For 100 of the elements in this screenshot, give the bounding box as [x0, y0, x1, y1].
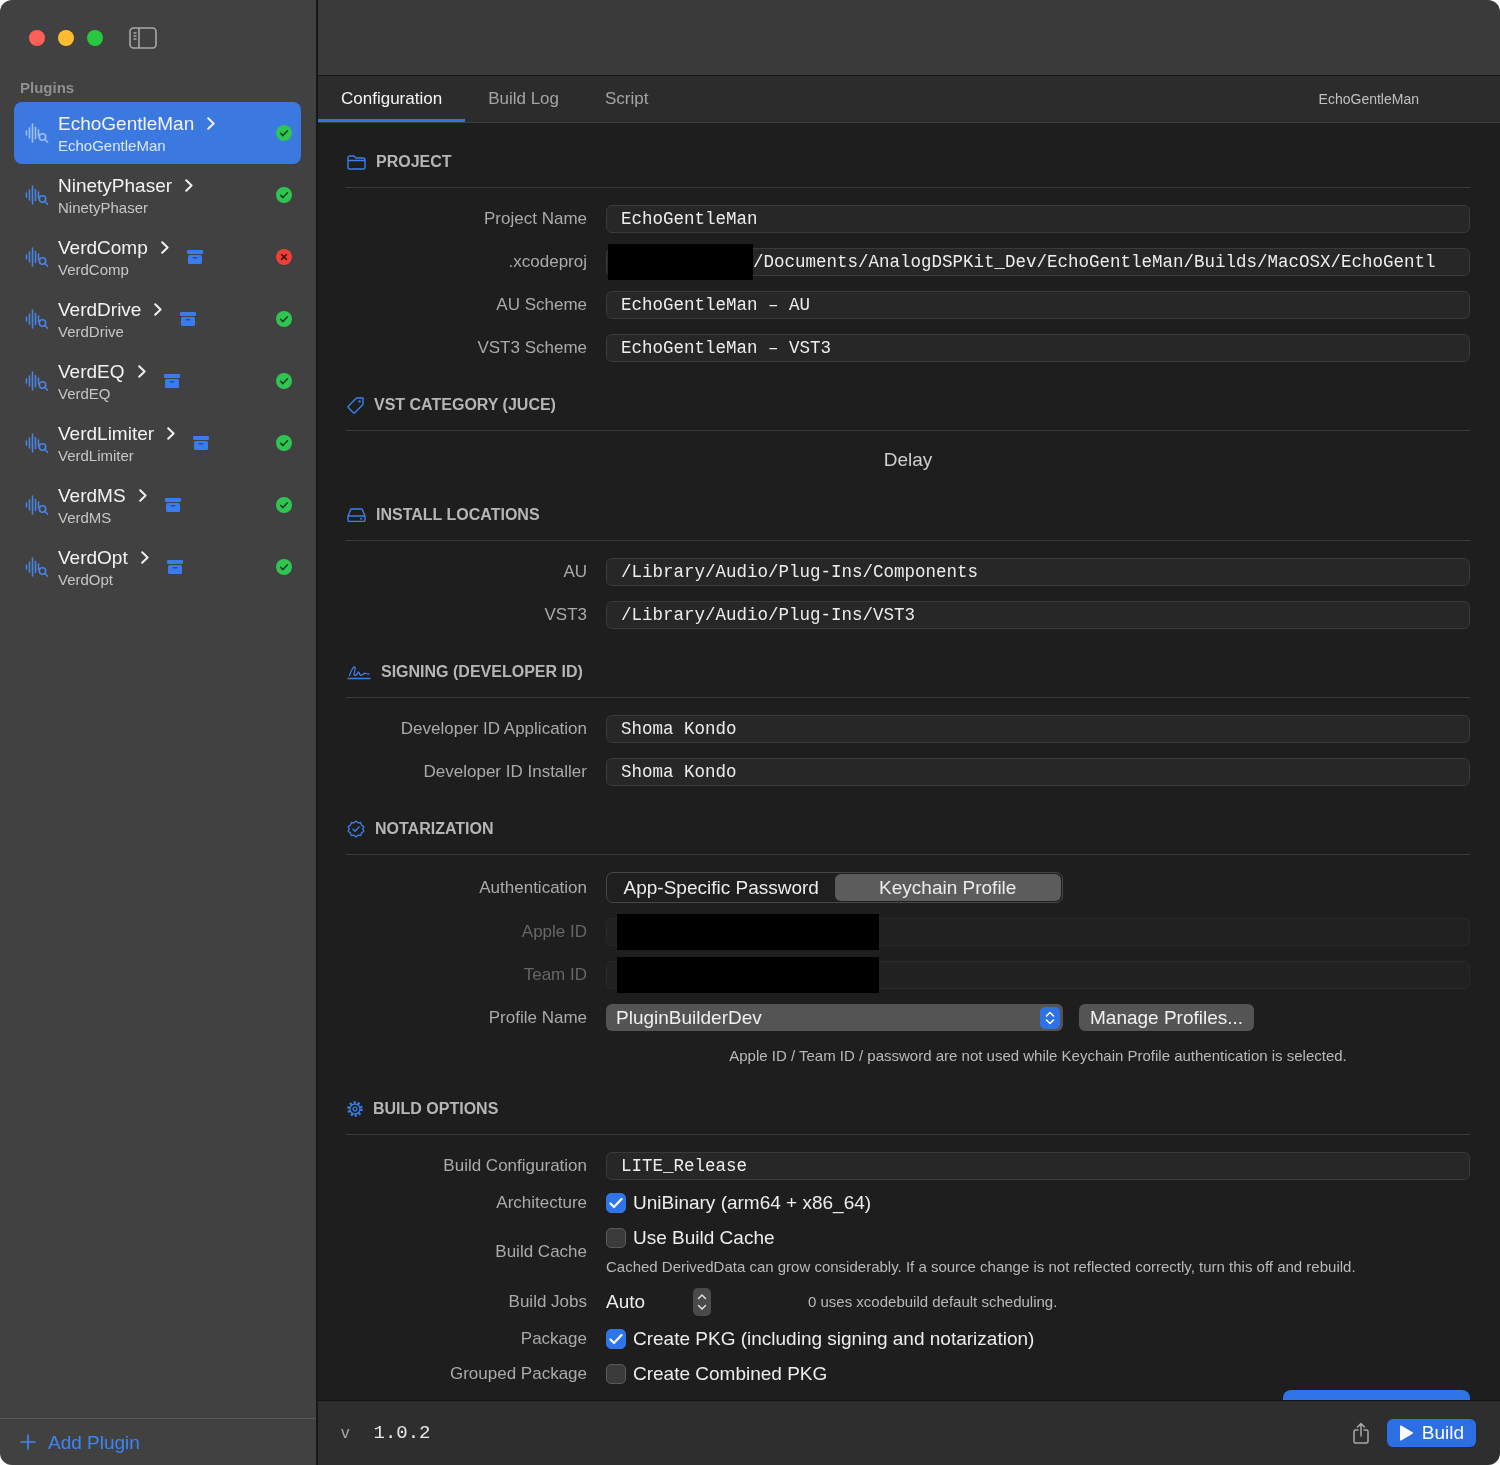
checkbox-label[interactable]: UniBinary (arm64 + x86_64) — [633, 1191, 872, 1215]
field-label: Authentication — [478, 876, 587, 899]
text-field[interactable]: EchoGentleMan – AU — [606, 291, 1470, 319]
play-icon — [1398, 1425, 1413, 1441]
waveform-icon — [25, 494, 49, 516]
field-label: VST3 Scheme — [476, 337, 587, 359]
plugin-subtitle: VerdOpt — [58, 569, 115, 589]
number-field[interactable]: Auto — [606, 1290, 693, 1314]
waveform-icon — [25, 122, 49, 144]
plugin-name: NinetyPhaser — [58, 173, 173, 197]
plugin-subtitle: VerdLimiter — [58, 445, 135, 465]
version-label: 1.0.2 — [373, 1421, 431, 1445]
field-label: Build Cache — [494, 1240, 587, 1263]
field-label: Developer ID Installer — [422, 761, 587, 783]
plugin-list-item[interactable]: NinetyPhaser NinetyPhaser — [14, 164, 301, 226]
plugin-subtitle: NinetyPhaser — [58, 197, 150, 217]
field-label: AU — [562, 561, 587, 583]
segment-option[interactable]: App-Specific Password — [608, 874, 835, 901]
sidebar-heading: Plugins — [19, 78, 76, 98]
text-field[interactable]: LITE_Release — [606, 1152, 1470, 1180]
section-title: NOTARIZATION — [375, 819, 494, 839]
chevron-right-icon — [140, 550, 149, 564]
waveform-icon — [25, 246, 49, 268]
tab[interactable]: Script — [582, 76, 672, 122]
text-field[interactable]: Shoma Kondo — [606, 715, 1470, 743]
help-text: Cached DerivedData can grow considerably. If a source change is not reflected correctly, turn this off and rebuild. — [606, 1257, 1357, 1277]
tab[interactable]: Build Log — [465, 76, 582, 122]
field-label: Build Jobs — [507, 1291, 587, 1313]
field-label: Build Configuration — [442, 1155, 587, 1177]
gear-icon — [347, 1101, 363, 1117]
signature-icon — [347, 664, 371, 680]
checkbox-label[interactable]: Use Build Cache — [633, 1226, 775, 1250]
plugin-list-item[interactable]: VerdOpt VerdOpt — [14, 536, 301, 598]
checkbox-label[interactable]: Create Combined PKG — [633, 1362, 828, 1386]
chevron-right-icon — [160, 240, 169, 254]
chevron-right-icon — [167, 426, 176, 440]
text-field[interactable]: /Library/Audio/Plug-Ins/VST3 — [606, 601, 1470, 629]
plugin-list-item[interactable]: VerdLimiter VerdLimiter — [14, 412, 301, 474]
field-label: Apple ID — [520, 921, 587, 943]
text-field[interactable]: Shoma Kondo — [606, 758, 1470, 786]
chevron-right-icon — [154, 302, 163, 316]
checkbox[interactable] — [606, 1329, 626, 1349]
field-label: VST3 — [543, 604, 587, 626]
plugin-name: VerdComp — [58, 235, 148, 259]
sidebar-toggle-icon[interactable] — [129, 26, 157, 49]
text-field[interactable]: EchoGentleMan — [606, 205, 1470, 233]
checkbox-label[interactable]: Create PKG (including signing and notarization) — [633, 1327, 1035, 1351]
plugin-subtitle: VerdEQ — [58, 383, 112, 403]
plugin-name: VerdDrive — [58, 297, 142, 321]
field-label: Package — [519, 1328, 587, 1350]
section-title: BUILD OPTIONS — [373, 1099, 499, 1119]
checkmark-icon — [609, 1333, 623, 1345]
text-field[interactable]: /Library/Audio/Plug-Ins/Components — [606, 558, 1470, 586]
segmented-control[interactable]: App-Specific Password Keychain Profile — [606, 872, 1063, 903]
manage-profiles-button[interactable]: Manage Profiles... — [1079, 1004, 1255, 1031]
plugin-list-item[interactable]: VerdEQ VerdEQ — [14, 350, 301, 412]
segment-option[interactable]: Keychain Profile — [834, 874, 1061, 901]
plugin-title-label: EchoGentleMan — [1318, 90, 1419, 108]
build-button[interactable]: Build — [1386, 1419, 1476, 1447]
plugin-subtitle: VerdDrive — [58, 321, 125, 341]
window-minimize-icon[interactable] — [58, 29, 74, 46]
plugin-name: VerdMS — [58, 483, 126, 507]
folder-icon — [347, 154, 366, 170]
field-label: AU Scheme — [495, 294, 587, 316]
text-field[interactable]: EchoGentleMan – VST3 — [606, 334, 1470, 362]
checkmark-badge-icon — [347, 820, 365, 838]
plugin-subtitle: VerdComp — [58, 259, 130, 279]
stepper-icon[interactable] — [693, 1288, 711, 1316]
plugin-list-item[interactable]: EchoGentleMan EchoGentleMan — [14, 102, 301, 164]
waveform-icon — [25, 432, 49, 454]
section-title: PROJECT — [376, 152, 452, 172]
help-text: 0 uses xcodebuild default scheduling. — [808, 1292, 1058, 1312]
checkmark-icon — [609, 1197, 623, 1209]
checkbox[interactable] — [606, 1364, 626, 1384]
field-label: Developer ID Application — [399, 718, 587, 740]
plugin-list-item[interactable]: VerdComp VerdComp — [14, 226, 301, 288]
plugin-name: EchoGentleMan — [58, 111, 195, 135]
window-zoom-icon[interactable] — [87, 29, 103, 46]
section-title: INSTALL LOCATIONS — [376, 505, 540, 525]
checkbox[interactable] — [606, 1193, 626, 1213]
field-label: Architecture — [495, 1192, 587, 1214]
window-close-icon[interactable] — [29, 29, 45, 46]
profile-dropdown[interactable]: PluginBuilderDev — [606, 1004, 1063, 1031]
chevron-right-icon — [185, 178, 194, 192]
waveform-icon — [25, 184, 49, 206]
waveform-icon — [25, 308, 49, 330]
help-text: Apple ID / Team ID / password are not used while Keychain Profile authentication is selected. — [728, 1046, 1348, 1066]
plugin-list-item[interactable]: VerdMS VerdMS — [14, 474, 301, 536]
plugin-list-item[interactable]: VerdDrive VerdDrive — [14, 288, 301, 350]
checkbox[interactable] — [606, 1228, 626, 1248]
field-label: .xcodeproj — [507, 251, 587, 273]
tag-icon — [347, 396, 364, 414]
waveform-icon — [25, 370, 49, 392]
version-prefix: v — [341, 1422, 350, 1444]
section-title: SIGNING (DEVELOPER ID) — [381, 662, 583, 682]
tray-icon — [347, 508, 366, 522]
waveform-icon — [25, 556, 49, 578]
category-value: Delay — [882, 448, 934, 472]
share-icon[interactable] — [1351, 1422, 1370, 1444]
plus-icon — [20, 1434, 36, 1450]
